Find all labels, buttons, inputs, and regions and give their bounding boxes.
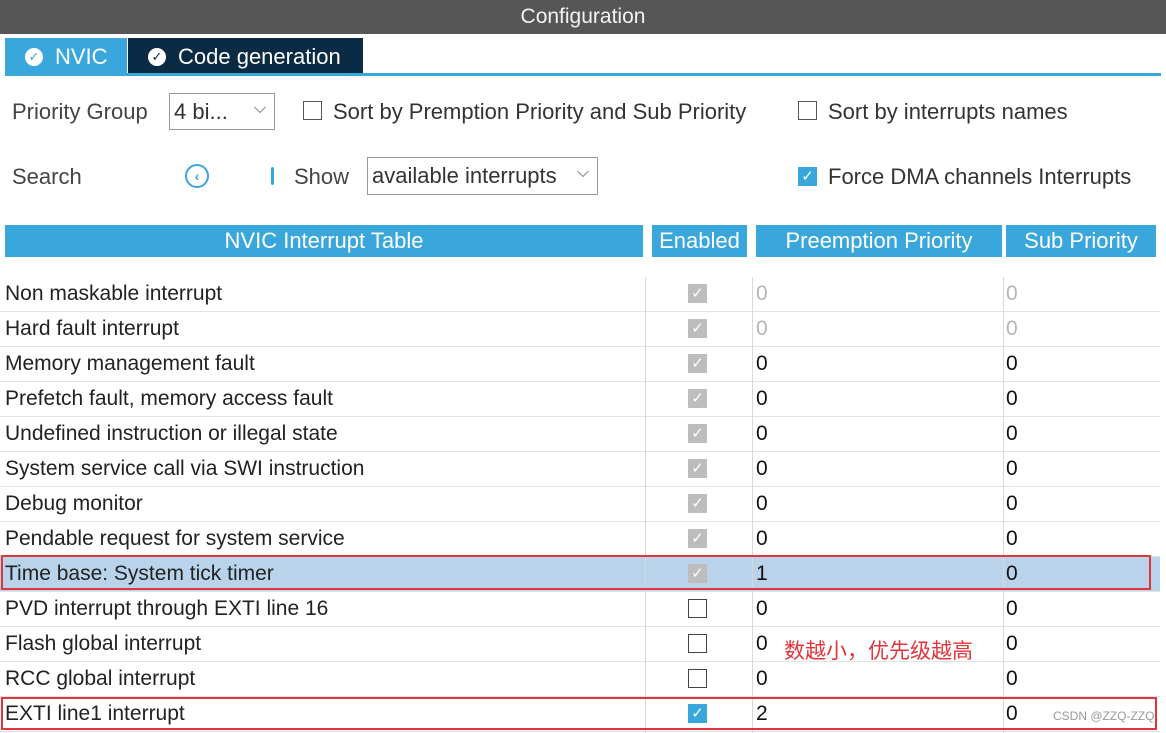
- chevron-down-icon: ⌵: [576, 164, 589, 181]
- watermark: CSDN @ZZQ-ZZQ: [1053, 709, 1155, 723]
- interrupt-name: Debug monitor: [5, 492, 143, 515]
- sort-priority-checkbox[interactable]: [303, 101, 322, 120]
- enabled-checkbox: ✓: [688, 494, 707, 513]
- highlight-box-exti1: [1, 697, 1157, 730]
- table-row[interactable]: Non maskable interrupt ✓ 0 0: [0, 277, 1160, 312]
- preemption-priority-cell[interactable]: 0: [756, 282, 768, 306]
- show-label: Show: [294, 164, 350, 189]
- enabled-checkbox: ✓: [688, 354, 707, 373]
- show-value: available interrupts: [372, 163, 557, 188]
- check-circle-icon: ✓: [25, 48, 43, 66]
- sub-priority-cell[interactable]: 0: [1006, 667, 1018, 691]
- highlight-box-systick: [1, 555, 1151, 590]
- table-row[interactable]: Debug monitor ✓ 0 0: [0, 487, 1160, 522]
- enabled-checkbox: ✓: [688, 389, 707, 408]
- tab-underline: [5, 73, 1161, 76]
- sub-priority-cell[interactable]: 0: [1006, 597, 1018, 621]
- preemption-priority-cell[interactable]: 0: [756, 317, 768, 341]
- annotation-text: 数越小，优先级越高: [784, 639, 973, 663]
- tab-code-generation[interactable]: ✓ Code generation: [128, 38, 363, 76]
- force-dma-checkbox[interactable]: ✓: [798, 167, 817, 186]
- sub-priority-cell[interactable]: 0: [1006, 527, 1018, 551]
- preemption-priority-cell[interactable]: 0: [756, 352, 768, 376]
- enabled-checkbox: ✓: [688, 459, 707, 478]
- enabled-checkbox[interactable]: [688, 634, 707, 653]
- preemption-priority-cell[interactable]: 0: [756, 492, 768, 516]
- interrupt-name: PVD interrupt through EXTI line 16: [5, 597, 329, 620]
- interrupt-name: Pendable request for system service: [5, 527, 345, 550]
- column-divider: [752, 277, 753, 733]
- sub-priority-cell[interactable]: 0: [1006, 317, 1018, 341]
- interrupt-name: System service call via SWI instruction: [5, 457, 365, 480]
- preemption-priority-cell[interactable]: 0: [756, 387, 768, 411]
- sub-priority-cell[interactable]: 0: [1006, 632, 1018, 656]
- sub-priority-cell[interactable]: 0: [1006, 422, 1018, 446]
- preemption-priority-cell[interactable]: 0: [756, 597, 768, 621]
- tab-code-generation-label: Code generation: [178, 44, 341, 69]
- tab-nvic-label: NVIC: [55, 44, 108, 69]
- column-divider: [1003, 277, 1004, 733]
- table-row[interactable]: Pendable request for system service ✓ 0 0: [0, 522, 1160, 557]
- sub-priority-cell[interactable]: 0: [1006, 387, 1018, 411]
- preemption-priority-cell[interactable]: 0: [756, 457, 768, 481]
- preemption-priority-cell[interactable]: 0: [756, 667, 768, 691]
- table-row[interactable]: Undefined instruction or illegal state ✓ 0…: [0, 417, 1160, 452]
- preemption-priority-cell[interactable]: 0: [756, 422, 768, 446]
- search-back-icon[interactable]: ‹: [185, 164, 209, 188]
- table-row[interactable]: RCC global interrupt 0 0: [0, 662, 1160, 697]
- enabled-checkbox: ✓: [688, 424, 707, 443]
- sub-priority-cell[interactable]: 0: [1006, 492, 1018, 516]
- table-row[interactable]: PVD interrupt through EXTI line 16 0 0: [0, 592, 1160, 627]
- enabled-checkbox: ✓: [688, 284, 707, 303]
- sort-names-checkbox[interactable]: [798, 101, 817, 120]
- force-dma-label: Force DMA channels Interrupts: [828, 164, 1132, 189]
- column-divider: [645, 277, 646, 733]
- priority-group-select[interactable]: 4 bi... ⌵: [169, 93, 275, 130]
- priority-group-label: Priority Group: [12, 99, 148, 124]
- interrupt-name: Non maskable interrupt: [5, 282, 223, 305]
- table-row[interactable]: Hard fault interrupt ✓ 0 0: [0, 312, 1160, 347]
- table-row[interactable]: Memory management fault ✓ 0 0: [0, 347, 1160, 382]
- show-select[interactable]: available interrupts ⌵: [367, 157, 598, 195]
- search-label: Search: [12, 164, 82, 189]
- interrupt-name: Prefetch fault, memory access fault: [5, 387, 333, 410]
- sort-priority-label: Sort by Premption Priority and Sub Prior…: [333, 99, 747, 124]
- preemption-priority-cell[interactable]: 0: [756, 527, 768, 551]
- sub-priority-cell[interactable]: 0: [1006, 457, 1018, 481]
- search-caret-icon: [271, 167, 274, 185]
- header-sub-priority[interactable]: Sub Priority: [1006, 225, 1156, 257]
- interrupt-name: RCC global interrupt: [5, 667, 196, 690]
- table-row[interactable]: Prefetch fault, memory access fault ✓ 0 0: [0, 382, 1160, 417]
- sub-priority-cell[interactable]: 0: [1006, 282, 1018, 306]
- tab-nvic[interactable]: ✓ NVIC: [5, 38, 127, 76]
- priority-group-value: 4 bi...: [174, 98, 228, 124]
- interrupt-name: Flash global interrupt: [5, 632, 202, 655]
- check-circle-icon: ✓: [148, 48, 166, 66]
- sub-priority-cell[interactable]: 0: [1006, 352, 1018, 376]
- enabled-checkbox: ✓: [688, 529, 707, 548]
- preemption-priority-cell[interactable]: 0: [756, 632, 768, 656]
- header-preemption-priority[interactable]: Preemption Priority: [756, 225, 1002, 257]
- header-interrupt-table[interactable]: NVIC Interrupt Table: [5, 225, 643, 257]
- header-enabled[interactable]: Enabled: [652, 225, 747, 257]
- chevron-down-icon: ⌵: [253, 100, 266, 117]
- table-row[interactable]: System service call via SWI instruction ✓…: [0, 452, 1160, 487]
- interrupt-name: Hard fault interrupt: [5, 317, 179, 340]
- enabled-checkbox[interactable]: [688, 669, 707, 688]
- enabled-checkbox: ✓: [688, 319, 707, 338]
- enabled-checkbox[interactable]: [688, 599, 707, 618]
- sort-names-label: Sort by interrupts names: [828, 99, 1068, 124]
- interrupt-name: Memory management fault: [5, 352, 255, 375]
- interrupt-name: Undefined instruction or illegal state: [5, 422, 338, 445]
- table-row[interactable]: Flash global interrupt 0 0: [0, 627, 1160, 662]
- window-title: Configuration: [0, 0, 1166, 34]
